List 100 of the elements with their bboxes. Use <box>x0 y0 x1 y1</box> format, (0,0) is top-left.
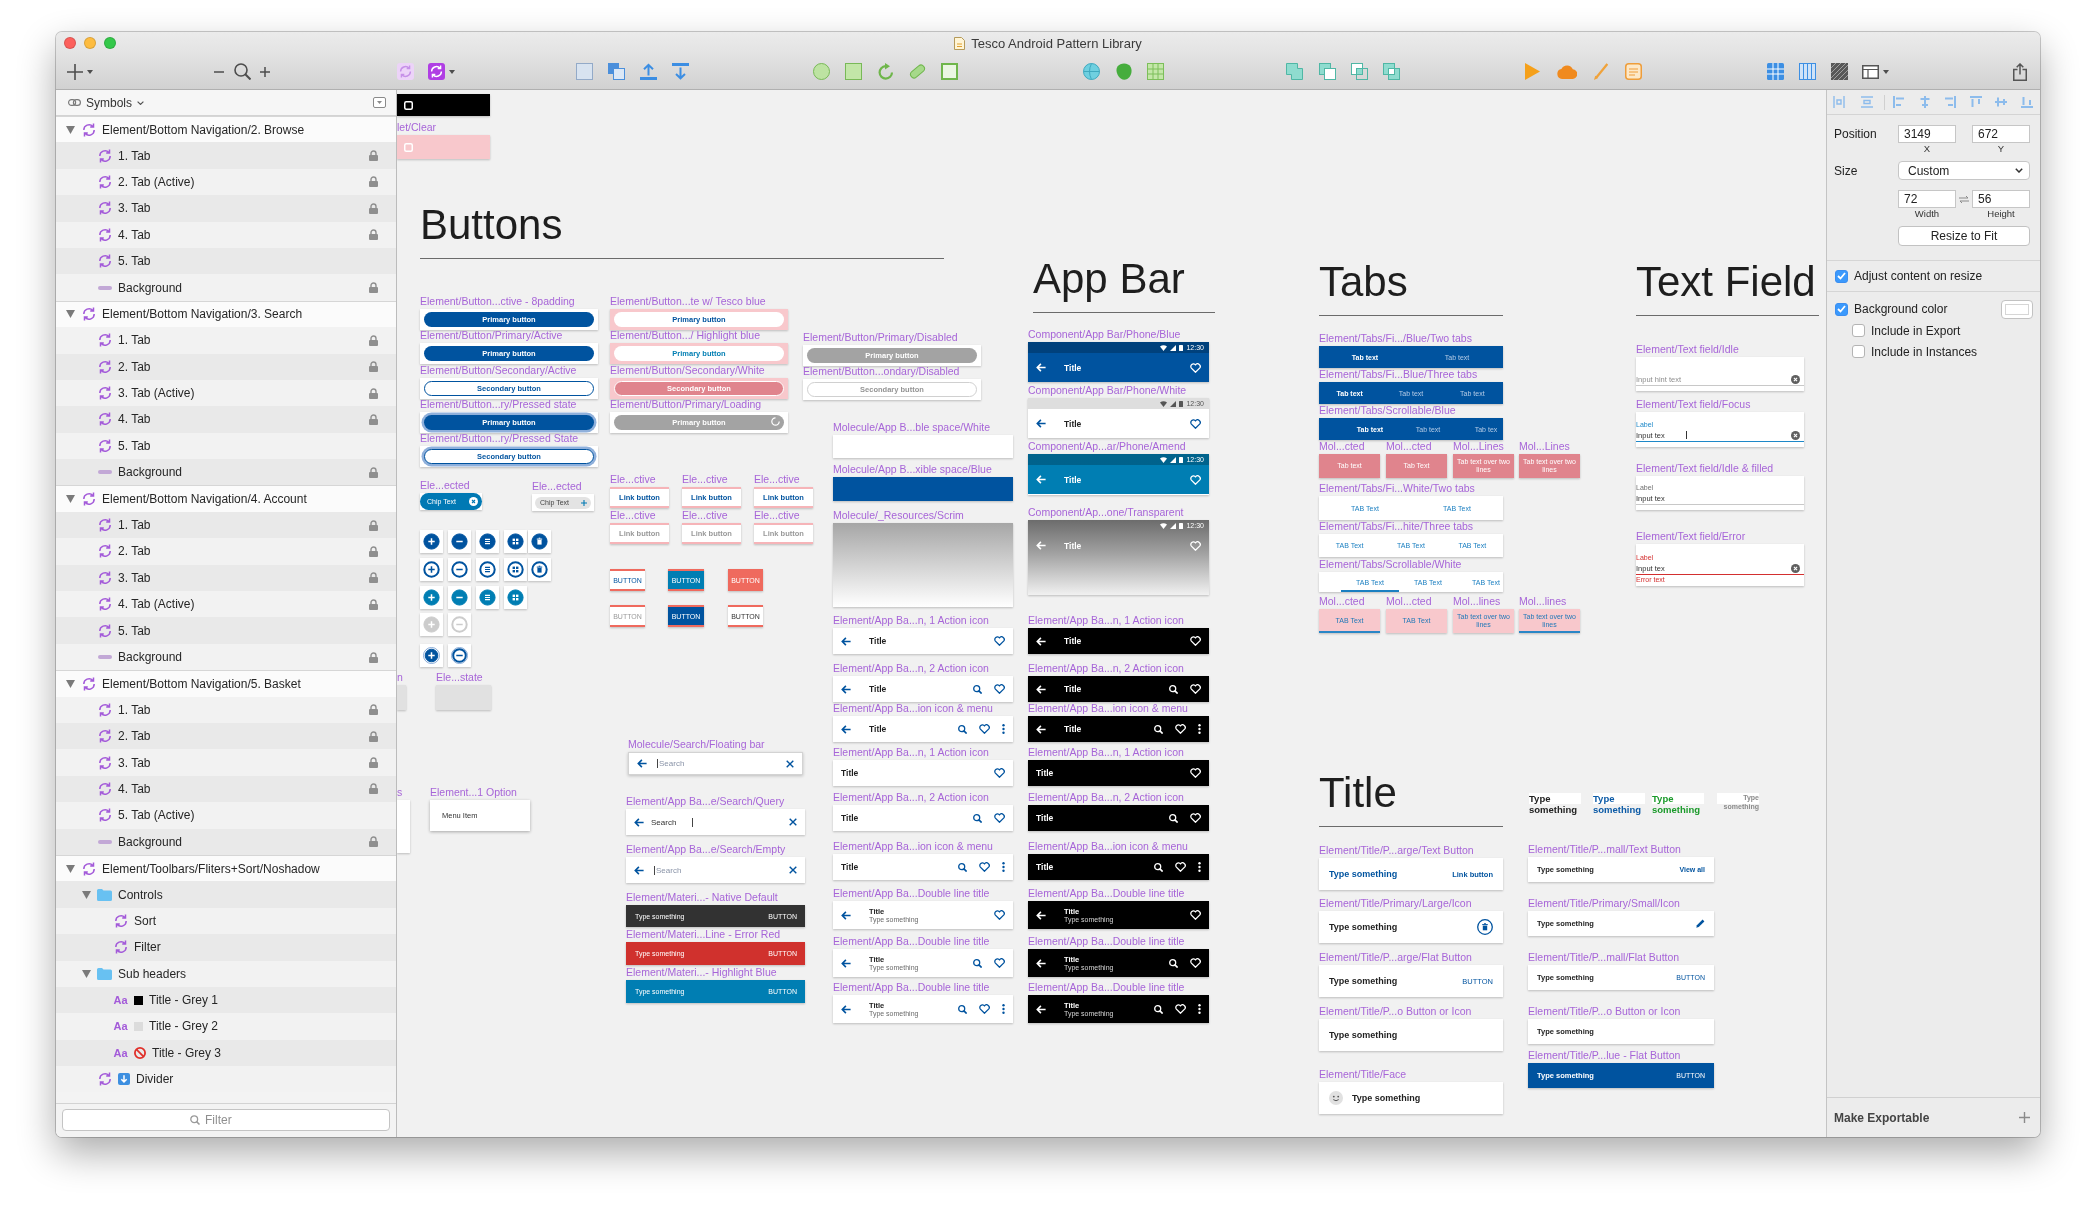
close-button[interactable] <box>64 37 76 49</box>
search-input[interactable]: Search <box>651 817 691 827</box>
layer-item[interactable]: 2. Tab <box>56 723 396 750</box>
disclosure-triangle-icon[interactable] <box>66 495 75 504</box>
align-center-icon[interactable] <box>1918 96 1931 108</box>
minimize-button[interactable] <box>84 37 96 49</box>
align-right-icon[interactable] <box>1944 96 1956 108</box>
y-field[interactable]: 672 <box>1972 125 2030 143</box>
disclosure-triangle-icon[interactable] <box>82 890 91 899</box>
layer-item[interactable]: 1. Tab <box>56 142 396 169</box>
swap-arrows-icon[interactable] <box>1959 195 1969 203</box>
layer-item[interactable]: Element/Bottom Navigation/4. Account <box>56 485 396 512</box>
layer-item[interactable]: Filter <box>56 934 396 961</box>
checkbox[interactable] <box>1835 269 1848 283</box>
align-top-icon[interactable] <box>1969 96 1982 108</box>
distribute-horizontal-icon[interactable] <box>1833 96 1845 108</box>
page-selector[interactable]: Symbols <box>68 95 144 110</box>
globe-icon[interactable] <box>1082 63 1100 80</box>
download-icon[interactable] <box>671 63 689 80</box>
plus-icon[interactable] <box>67 63 83 80</box>
note-icon[interactable] <box>1624 63 1642 80</box>
blob-icon[interactable] <box>1114 63 1132 80</box>
capsule-icon[interactable] <box>908 63 926 80</box>
height-field[interactable]: 56 <box>1972 190 2030 208</box>
layer-item[interactable]: Aa Title - Grey 1 <box>56 986 396 1014</box>
color-well[interactable] <box>2001 299 2033 319</box>
resize-to-fit-button[interactable]: Resize to Fit <box>1898 226 2030 246</box>
width-field[interactable]: 72 <box>1898 190 1956 208</box>
plus-icon[interactable] <box>2019 1112 2030 1123</box>
plus-icon[interactable] <box>260 66 270 77</box>
layer-item[interactable]: Element/Toolbars/Fliters+Sort/Noshadow <box>56 854 396 882</box>
window-icon[interactable] <box>1861 64 1879 79</box>
columns-icon[interactable] <box>1798 63 1816 80</box>
artboard-name: Element/App Ba...n, 2 Action icon <box>833 791 989 804</box>
layer-item[interactable]: Aa Title - Grey 3 <box>56 1039 396 1067</box>
search-icon[interactable] <box>233 63 251 80</box>
upload-icon[interactable] <box>639 63 657 80</box>
artboard-name: Element/App Ba...ion icon & menu <box>1028 840 1188 853</box>
layer-item[interactable]: Element/Bottom Navigation/5. Basket <box>56 670 396 697</box>
filter-input[interactable]: Filter <box>205 1113 262 1127</box>
disclosure-triangle-icon[interactable] <box>82 969 91 978</box>
layer-item[interactable]: Element/Bottom Navigation/3. Search <box>56 300 396 328</box>
checkbox[interactable] <box>1852 345 1865 358</box>
stacked-squares-icon[interactable] <box>607 63 625 80</box>
artboard-name: Component/App Bar/Phone/White <box>1028 384 1187 397</box>
layer-item[interactable]: 5. Tab <box>56 617 396 644</box>
circular-arrows-icon[interactable] <box>427 63 445 80</box>
pen-icon[interactable] <box>1594 63 1608 80</box>
artboard-name: Element/Title/P...lue - Flat Button <box>1528 1049 1681 1062</box>
align-bottom-icon[interactable] <box>2020 96 2033 108</box>
square-icon[interactable] <box>575 63 593 80</box>
frame-icon[interactable] <box>940 63 958 80</box>
artboard-name: Molecule/App B...xible space/Blue <box>833 463 992 476</box>
x-field[interactable]: 3149 <box>1898 125 1956 143</box>
overlapping-squares-icon[interactable] <box>1350 63 1368 80</box>
overlapping-squares-icon[interactable] <box>1318 63 1336 80</box>
align-left-icon[interactable] <box>1893 96 1905 108</box>
share-icon[interactable] <box>2013 62 2027 81</box>
caret-icon[interactable] <box>449 69 455 74</box>
search-input[interactable]: Search <box>659 759 699 768</box>
app-bar-title: Title <box>1036 768 1054 778</box>
layer-item[interactable]: 4. Tab <box>56 775 396 803</box>
caret-icon[interactable] <box>87 69 93 74</box>
layer-item[interactable]: Controls <box>56 881 396 908</box>
collapse-icon[interactable] <box>373 97 386 108</box>
overlapping-squares-icon[interactable] <box>1382 63 1400 80</box>
layer-item[interactable]: 2. Tab <box>56 353 396 380</box>
minus-icon[interactable] <box>214 70 224 73</box>
overlapping-squares-icon[interactable] <box>1285 63 1303 80</box>
layer-item[interactable]: 4. Tab <box>56 406 396 433</box>
layer-item[interactable]: 1. Tab <box>56 511 396 539</box>
circle-icon[interactable] <box>812 63 830 80</box>
cloud-icon[interactable] <box>1557 64 1577 79</box>
grid-icon[interactable] <box>1146 63 1164 80</box>
disclosure-triangle-icon[interactable] <box>66 125 75 134</box>
disclosure-triangle-icon[interactable] <box>66 864 75 873</box>
checkbox[interactable] <box>1852 324 1865 337</box>
layer-item[interactable]: 5. Tab <box>56 247 396 275</box>
search-input[interactable]: Search <box>656 865 696 875</box>
layer-item[interactable]: Background <box>56 459 396 486</box>
caret-icon[interactable] <box>1883 69 1889 74</box>
layer-item[interactable]: 3. Tab <box>56 195 396 222</box>
size-dropdown[interactable]: Custom <box>1898 161 2030 180</box>
title-text: Type something <box>1329 976 1398 986</box>
disclosure-triangle-icon[interactable] <box>66 310 75 319</box>
play-icon[interactable] <box>1524 63 1540 80</box>
checkbox[interactable] <box>1835 302 1848 316</box>
layer-item[interactable]: Element/Bottom Navigation/2. Browse <box>56 116 396 143</box>
rotate-icon[interactable] <box>876 63 894 80</box>
hatched-square-icon[interactable] <box>1830 63 1848 80</box>
disclosure-triangle-icon[interactable] <box>66 679 75 688</box>
layer-item[interactable]: 3. Tab <box>56 564 396 592</box>
zoom-button[interactable] <box>104 37 116 49</box>
close-icon <box>469 497 478 506</box>
heart-icon <box>994 813 1005 823</box>
square-icon[interactable] <box>844 63 862 80</box>
align-middle-icon[interactable] <box>1995 96 2007 108</box>
distribute-vertical-icon[interactable] <box>1861 96 1873 108</box>
close-icon <box>786 759 794 768</box>
layer-item[interactable]: Background <box>56 828 396 855</box>
